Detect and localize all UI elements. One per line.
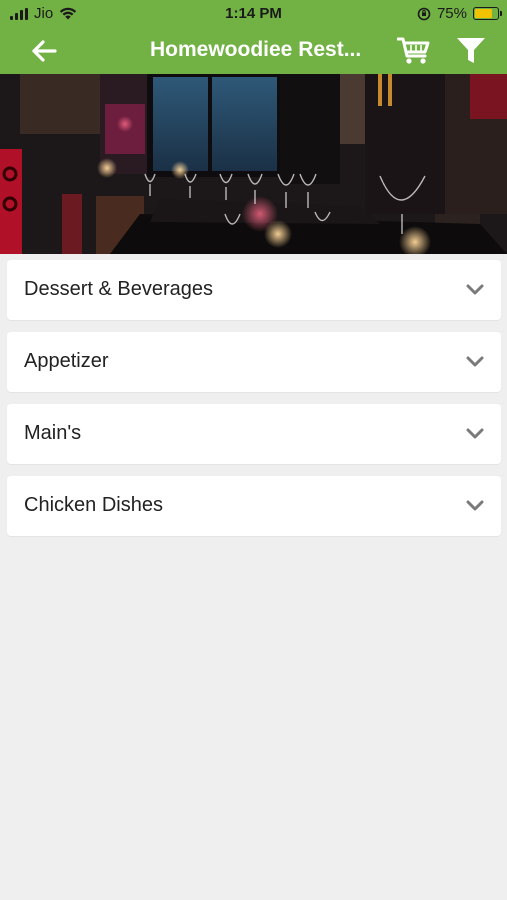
chevron-down-icon [466, 428, 484, 439]
filter-button[interactable] [452, 32, 490, 70]
category-label: Dessert & Beverages [24, 278, 213, 300]
category-label: Chicken Dishes [24, 494, 163, 516]
top-bar: Jio 1:14 PM 75% Homewoodiee Rest... [0, 0, 507, 74]
category-label: Appetizer [24, 350, 109, 372]
orientation-lock-icon [417, 7, 431, 20]
arrow-left-icon [32, 40, 57, 62]
back-button[interactable] [24, 32, 64, 70]
chevron-down-icon [466, 500, 484, 511]
navigation-bar: Homewoodiee Rest... [0, 28, 507, 74]
restaurant-banner-image [0, 74, 507, 254]
status-bar: Jio 1:14 PM 75% [0, 0, 507, 28]
battery-percent: 75% [436, 5, 467, 22]
category-list: Dessert & Beverages Appetizer Main's Chi… [7, 260, 501, 548]
cart-icon [397, 37, 430, 64]
filter-icon [457, 38, 485, 63]
status-right: 75% [417, 5, 502, 22]
cart-button[interactable] [394, 32, 434, 70]
chevron-down-icon [466, 356, 484, 367]
page-title: Homewoodiee Rest... [150, 38, 362, 61]
category-appetizer[interactable]: Appetizer [7, 332, 501, 392]
category-mains[interactable]: Main's [7, 404, 501, 464]
battery-icon [473, 7, 502, 20]
chevron-down-icon [466, 284, 484, 295]
category-dessert-beverages[interactable]: Dessert & Beverages [7, 260, 501, 320]
category-chicken-dishes[interactable]: Chicken Dishes [7, 476, 501, 536]
category-label: Main's [24, 422, 82, 444]
restaurant-interior-photo [0, 74, 507, 254]
